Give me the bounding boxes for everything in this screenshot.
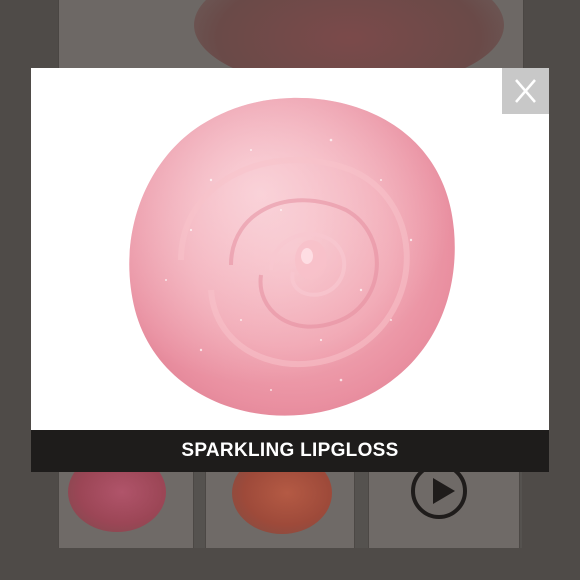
play-triangle bbox=[433, 478, 455, 504]
image-caption-bar: SPARKLING LIPGLOSS bbox=[31, 430, 549, 472]
main-product-image-area bbox=[58, 0, 524, 90]
lipgloss-swatch-image bbox=[129, 97, 455, 416]
close-icon bbox=[515, 79, 536, 103]
image-lightbox-modal: SPARKLING LIPGLOSS bbox=[31, 68, 549, 472]
image-caption: SPARKLING LIPGLOSS bbox=[181, 440, 399, 461]
close-button[interactable] bbox=[502, 68, 549, 114]
page-bottom-area bbox=[0, 548, 580, 580]
